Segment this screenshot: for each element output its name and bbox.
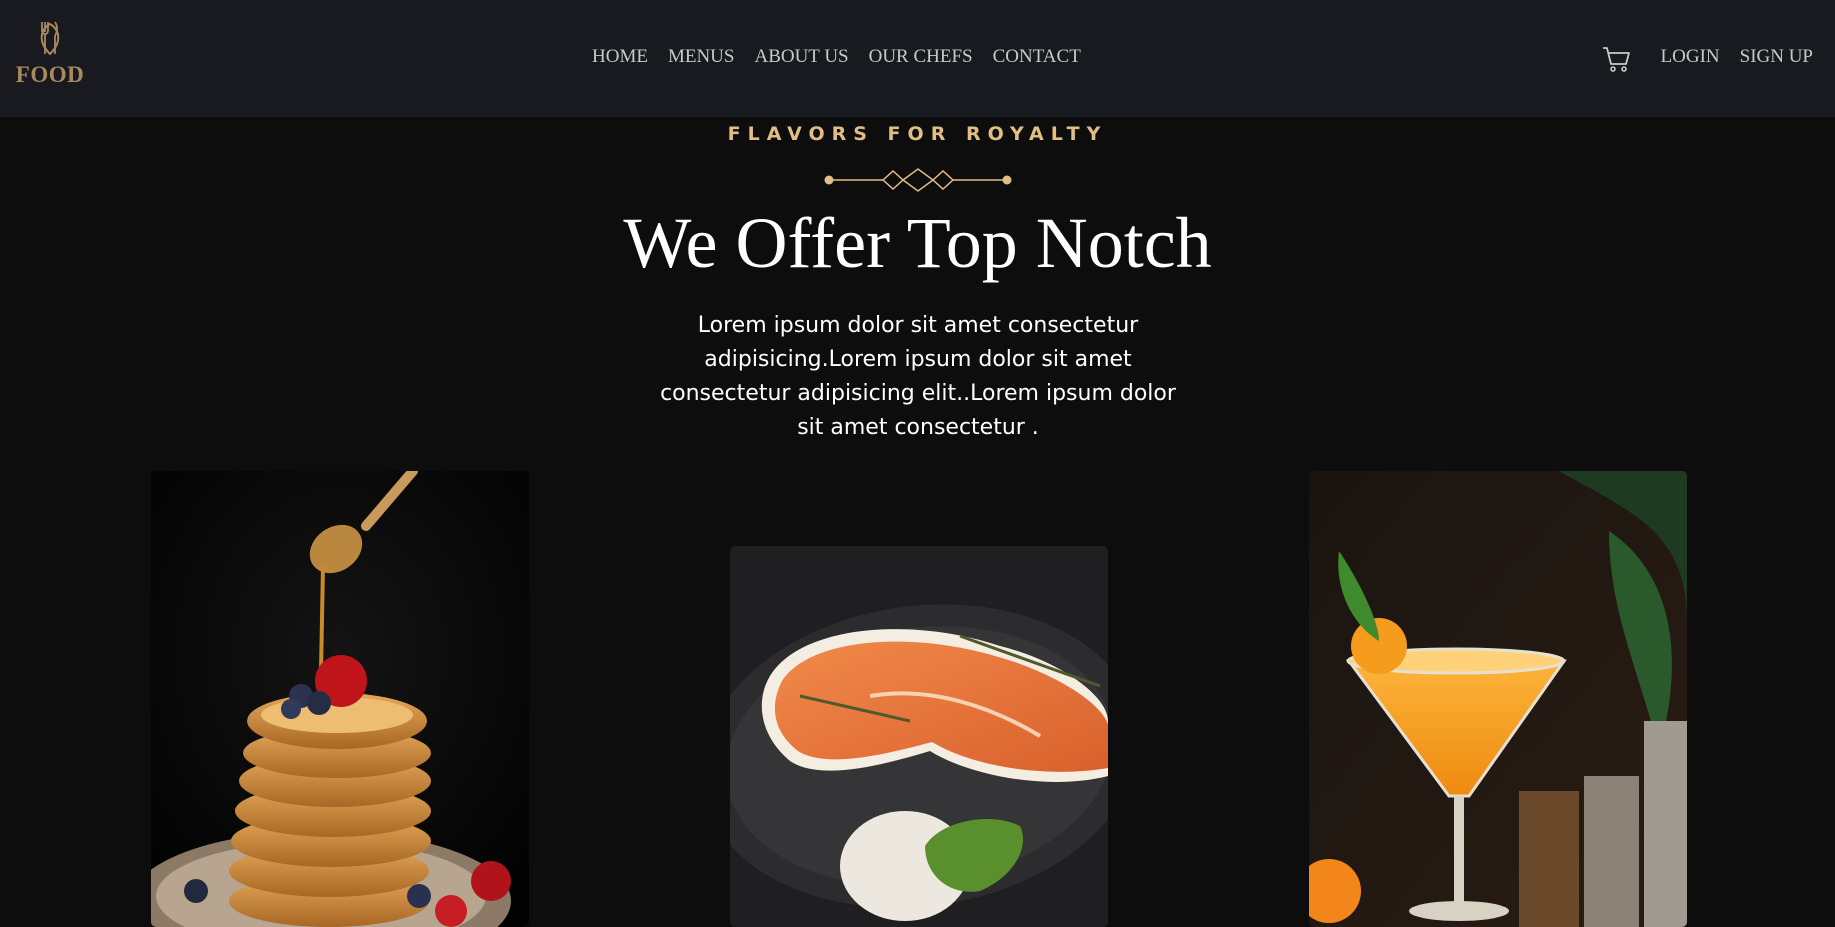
food-card-pancakes[interactable] xyxy=(151,471,529,927)
utensils-leaf-icon xyxy=(40,21,60,56)
salmon-steak-photo xyxy=(730,546,1108,927)
nav-our-chefs[interactable]: OUR CHEFS xyxy=(869,46,973,68)
pancake-stack-photo xyxy=(151,471,529,927)
login-link[interactable]: LOGIN xyxy=(1661,46,1720,68)
hero-description: Lorem ipsum dolor sit amet consectetur a… xyxy=(660,313,1176,440)
nav-home[interactable]: HOME xyxy=(592,46,648,68)
hero-eyebrow: FLAVORS FOR ROYALTY xyxy=(727,123,1108,145)
signup-link[interactable]: SIGN UP xyxy=(1740,46,1813,68)
food-card-salmon[interactable] xyxy=(730,546,1108,927)
nav-about-us[interactable]: ABOUT US xyxy=(754,46,848,68)
logo[interactable]: FOOD xyxy=(14,18,86,98)
hero-title: We Offer Top Notch xyxy=(623,203,1212,283)
nav-menus[interactable]: MENUS xyxy=(668,46,735,68)
logo-text: FOOD xyxy=(15,62,85,87)
main-nav: HOME MENUS ABOUT US OUR CHEFS CONTACT xyxy=(592,46,1081,68)
ornament-divider-icon xyxy=(824,168,1012,192)
food-card-cocktail[interactable] xyxy=(1309,471,1687,927)
orange-cocktail-photo xyxy=(1309,471,1687,927)
cart-icon[interactable] xyxy=(1601,44,1631,74)
nav-contact[interactable]: CONTACT xyxy=(993,46,1081,68)
auth-links: LOGIN SIGN UP xyxy=(1661,46,1813,68)
site-header: FOOD HOME MENUS ABOUT US OUR CHEFS CONTA… xyxy=(0,0,1835,117)
